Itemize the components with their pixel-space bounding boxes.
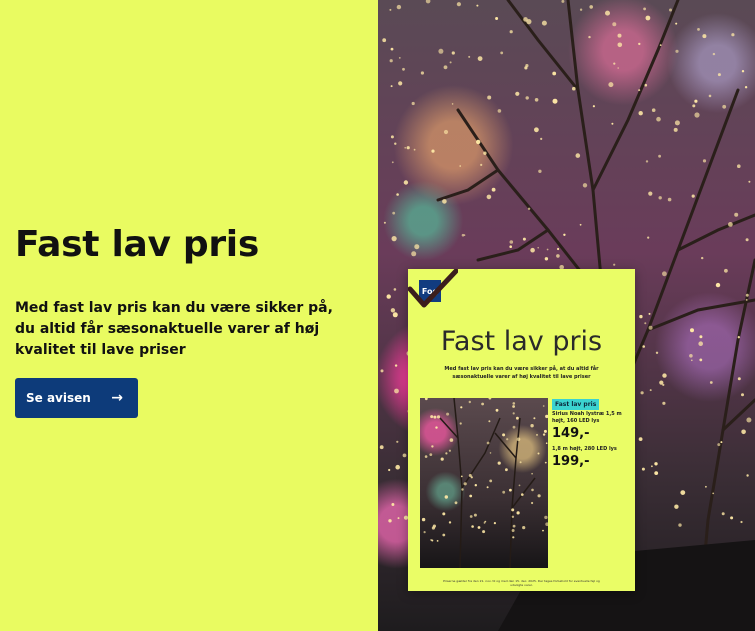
hero-image: Fog Fast lav pris Med fast lav pris kan … [378, 0, 755, 631]
see-newspaper-label: Se avisen [26, 391, 91, 405]
product-variant: 1,8 m højt, 280 LED lys [552, 446, 617, 452]
flyer-subtitle: Med fast lav pris kan du være sikker på,… [444, 366, 599, 380]
hero-text-panel: Fast lav pris Med fast lav pris kan du v… [0, 0, 378, 631]
checkmark-icon [408, 269, 458, 308]
price-secondary: 199,- [552, 454, 590, 469]
page-title: Fast lav pris [15, 224, 259, 265]
flyer-product-photo [420, 398, 548, 568]
product-name: Sirius Noah lystræ 1,5 m højt, 160 LED l… [552, 411, 622, 424]
see-newspaper-button[interactable]: Se avisen → [15, 378, 138, 418]
flyer-fineprint: Priserne gælder fra den 21. nov. til og … [443, 579, 600, 587]
flyer-thumbnail: Fog Fast lav pris Med fast lav pris kan … [408, 269, 635, 591]
hero-description: Med fast lav pris kan du være sikker på,… [15, 300, 333, 358]
fixed-low-price-tag: Fast lav pris [552, 399, 600, 410]
flyer-title: Fast lav pris [440, 326, 603, 357]
arrow-right-icon: → [111, 390, 123, 406]
price-primary: 149,- [552, 426, 590, 441]
